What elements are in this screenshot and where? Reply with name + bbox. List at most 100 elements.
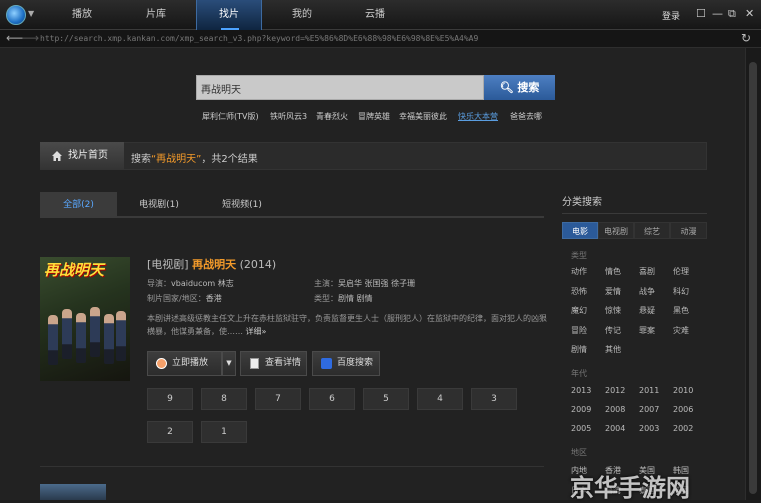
episode-button[interactable]: 2 bbox=[147, 421, 193, 443]
genre-item[interactable]: 传记 bbox=[605, 325, 621, 336]
year-item[interactable]: 2006 bbox=[673, 405, 693, 414]
tab-mine[interactable]: 我的 bbox=[270, 0, 334, 30]
genre-item[interactable]: 剧情 bbox=[571, 344, 587, 355]
result-divider bbox=[40, 466, 544, 467]
minimize-icon[interactable]: — bbox=[712, 7, 723, 20]
hot-keyword-link[interactable]: 快乐大本营 bbox=[458, 111, 498, 122]
year-item[interactable]: 2008 bbox=[605, 405, 625, 414]
close-icon[interactable]: ✕ bbox=[745, 7, 754, 20]
genre-info: 类型：剧情 剧情 bbox=[314, 293, 373, 304]
genre-item[interactable]: 伦理 bbox=[673, 266, 689, 277]
genre-value: 剧情 剧情 bbox=[338, 294, 373, 303]
home-icon bbox=[52, 151, 62, 161]
tab-play[interactable]: 播放 bbox=[50, 0, 114, 30]
year-item[interactable]: 2005 bbox=[571, 424, 591, 433]
genre-item[interactable]: 恐怖 bbox=[571, 286, 587, 297]
year: (2014) bbox=[239, 258, 277, 271]
type-tag: [电视剧] bbox=[147, 258, 189, 271]
region-heading: 地区 bbox=[571, 448, 587, 457]
year-item[interactable]: 2011 bbox=[639, 386, 659, 395]
episode-button[interactable]: 5 bbox=[363, 388, 409, 410]
more-link[interactable]: 详细» bbox=[246, 327, 267, 336]
summary-count: ，共2个结果 bbox=[201, 154, 258, 165]
sidebar-divider bbox=[562, 213, 707, 214]
filter-tab-tv[interactable]: 电视剧(1) bbox=[124, 192, 194, 218]
genre-item[interactable]: 动作 bbox=[571, 266, 587, 277]
maximize-icon[interactable]: ⧉ bbox=[728, 7, 736, 21]
tab-cloud[interactable]: 云播 bbox=[343, 0, 407, 30]
next-result-thumbnail[interactable] bbox=[40, 484, 106, 500]
year-item[interactable]: 2010 bbox=[673, 386, 693, 395]
baidu-search-button[interactable]: 百度搜索 bbox=[312, 351, 380, 376]
genre-item[interactable]: 喜剧 bbox=[639, 266, 655, 277]
hot-keyword[interactable]: 青春烈火 bbox=[316, 111, 348, 122]
tab-library[interactable]: 片库 bbox=[124, 0, 188, 30]
director-info: 导演：vbaiducom 林志 bbox=[147, 278, 234, 289]
genre-item[interactable]: 魔幻 bbox=[571, 305, 587, 316]
category-tab-movie[interactable]: 电影 bbox=[562, 222, 598, 239]
player-logo-icon[interactable] bbox=[6, 5, 26, 25]
search-input[interactable]: 再战明天 bbox=[196, 75, 484, 100]
episode-button[interactable]: 3 bbox=[471, 388, 517, 410]
document-icon bbox=[250, 358, 259, 369]
episode-button[interactable]: 8 bbox=[201, 388, 247, 410]
category-tab-variety[interactable]: 综艺 bbox=[634, 222, 670, 239]
tab-find[interactable]: 找片 bbox=[196, 0, 262, 30]
category-tab-anime[interactable]: 动漫 bbox=[670, 222, 707, 239]
region-value: 香港 bbox=[205, 294, 222, 303]
details-label: 查看详情 bbox=[265, 358, 302, 368]
cast-value[interactable]: 吴启华 张国强 徐子珊 bbox=[338, 279, 415, 288]
year-item[interactable]: 2013 bbox=[571, 386, 591, 395]
genre-item[interactable]: 黑色 bbox=[673, 305, 689, 316]
year-item[interactable]: 2003 bbox=[639, 424, 659, 433]
year-item[interactable]: 2012 bbox=[605, 386, 625, 395]
director-value[interactable]: vbaiducom 林志 bbox=[171, 279, 234, 288]
top-toolbar: ▼ 播放 片库 找片 我的 云播 登录 ☐ — ⧉ ✕ bbox=[0, 0, 761, 30]
episode-button[interactable]: 1 bbox=[201, 421, 247, 443]
hot-keyword[interactable]: 犀利仁师(TV版) bbox=[202, 111, 259, 122]
genre-item[interactable]: 罪案 bbox=[639, 325, 655, 336]
baidu-paw-icon bbox=[321, 358, 332, 369]
search-button[interactable]: 🔍︎ 搜索 bbox=[484, 75, 555, 100]
genre-item[interactable]: 其他 bbox=[605, 344, 621, 355]
genre-item[interactable]: 科幻 bbox=[673, 286, 689, 297]
episode-button[interactable]: 6 bbox=[309, 388, 355, 410]
login-link[interactable]: 登录 bbox=[662, 9, 680, 22]
category-tab-tv[interactable]: 电视剧 bbox=[598, 222, 634, 239]
url-text[interactable]: http://search.xmp.kankan.com/xmp_search_… bbox=[40, 34, 478, 43]
episode-button[interactable]: 9 bbox=[147, 388, 193, 410]
genre-item[interactable]: 爱情 bbox=[605, 286, 621, 297]
watermark: 京华手游网 bbox=[570, 474, 690, 502]
year-item[interactable]: 2007 bbox=[639, 405, 659, 414]
menu-caret-icon[interactable]: ▼ bbox=[28, 9, 34, 18]
genre-item[interactable]: 悬疑 bbox=[639, 305, 655, 316]
scrollbar[interactable] bbox=[745, 48, 761, 500]
play-dropdown-icon[interactable]: ▼ bbox=[222, 351, 236, 376]
play-now-button[interactable]: 立即播放 bbox=[147, 351, 222, 376]
genre-item[interactable]: 情色 bbox=[605, 266, 621, 277]
year-item[interactable]: 2009 bbox=[571, 405, 591, 414]
mini-mode-icon[interactable]: ☐ bbox=[696, 7, 706, 20]
episode-button[interactable]: 4 bbox=[417, 388, 463, 410]
hot-keyword[interactable]: 幸福美丽彼此 bbox=[399, 111, 447, 122]
forward-arrow-icon[interactable]: ⟶ bbox=[22, 31, 39, 45]
refresh-icon[interactable]: ↻ bbox=[741, 31, 751, 45]
view-details-button[interactable]: 查看详情 bbox=[240, 351, 307, 376]
summary-prefix: 搜索 bbox=[131, 154, 151, 165]
cast-label: 主演： bbox=[314, 279, 338, 288]
genre-item[interactable]: 战争 bbox=[639, 286, 655, 297]
hot-keyword[interactable]: 铁听风云3 bbox=[270, 111, 307, 122]
filter-tab-all[interactable]: 全部(2) bbox=[40, 192, 117, 218]
genre-item[interactable]: 冒险 bbox=[571, 325, 587, 336]
episode-button[interactable]: 7 bbox=[255, 388, 301, 410]
scrollbar-thumb[interactable] bbox=[749, 62, 757, 494]
hot-keyword[interactable]: 冒牌英雄 bbox=[358, 111, 390, 122]
year-item[interactable]: 2002 bbox=[673, 424, 693, 433]
genre-item[interactable]: 惊悚 bbox=[605, 305, 621, 316]
year-item[interactable]: 2004 bbox=[605, 424, 625, 433]
hot-keyword[interactable]: 爸爸去哪 bbox=[510, 111, 542, 122]
genre-item[interactable]: 灾难 bbox=[673, 325, 689, 336]
back-arrow-icon[interactable]: ⟵ bbox=[6, 31, 23, 45]
filter-tab-short[interactable]: 短视频(1) bbox=[207, 192, 277, 218]
title-link[interactable]: 再战明天 bbox=[192, 258, 236, 271]
